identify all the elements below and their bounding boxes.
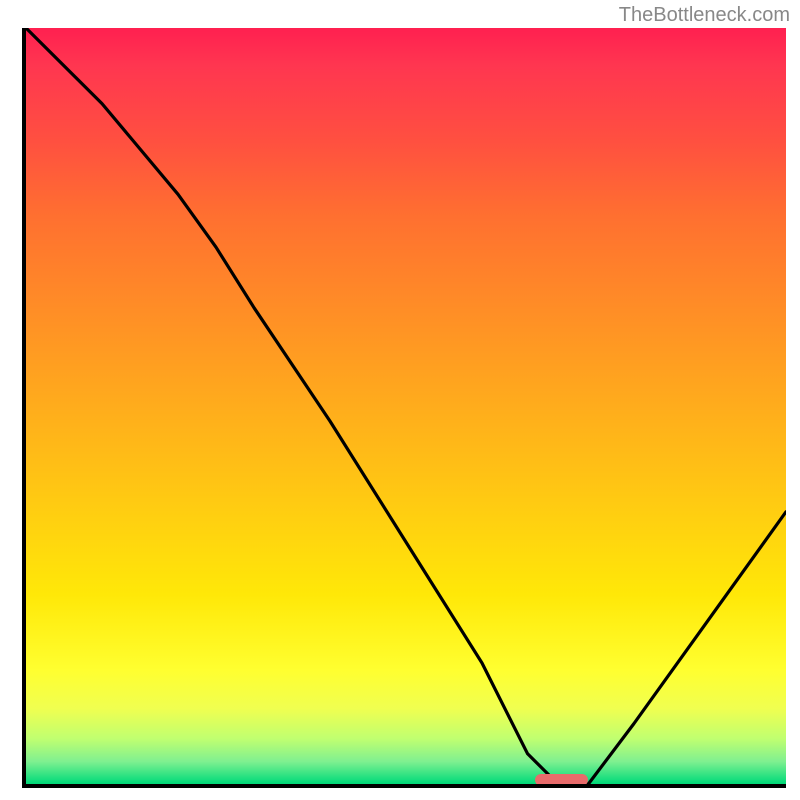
bottleneck-curve-svg [26,28,786,784]
chart-plot-area [22,28,786,788]
bottleneck-curve-path [26,28,786,784]
watermark-text: TheBottleneck.com [619,4,790,27]
optimal-range-marker [535,774,588,786]
